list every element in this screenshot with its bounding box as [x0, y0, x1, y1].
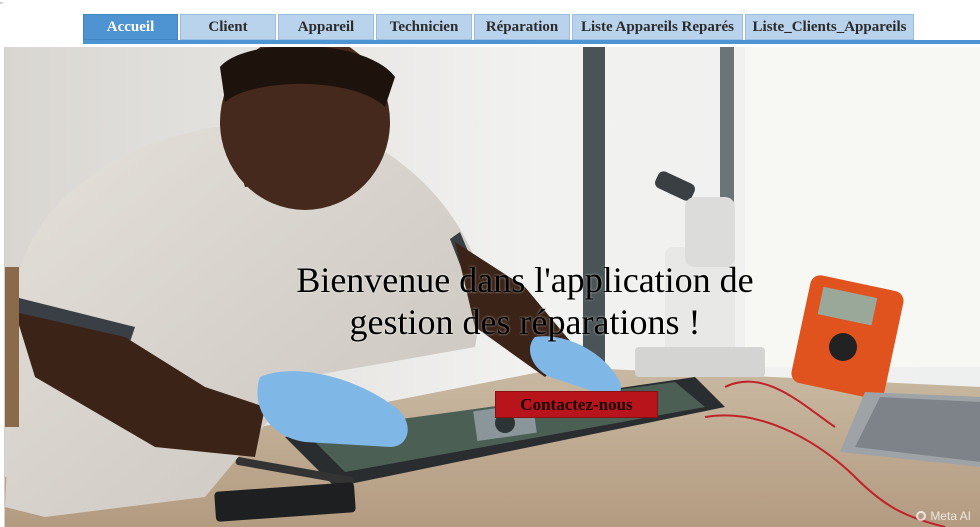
tab-liste-appareils-repares[interactable]: Liste Appareils Reparés: [572, 14, 743, 40]
tab-accueil[interactable]: Accueil: [83, 14, 178, 40]
contact-button[interactable]: Contactez-nous: [495, 391, 658, 418]
tab-appareil[interactable]: Appareil: [278, 14, 374, 40]
hero-banner: Bienvenue dans l'application de gestion …: [4, 47, 980, 527]
tab-technicien[interactable]: Technicien: [376, 14, 472, 40]
welcome-line-1: Bienvenue dans l'application de: [296, 260, 754, 300]
tab-reparation[interactable]: Réparation: [474, 14, 570, 40]
main-nav: Accueil Client Appareil Technicien Répar…: [83, 14, 916, 40]
nav-underline: [83, 40, 980, 44]
watermark-text: Meta AI: [930, 509, 971, 523]
welcome-heading: Bienvenue dans l'application de gestion …: [275, 259, 775, 343]
watermark: Meta AI: [916, 509, 971, 523]
meta-ai-icon: [916, 511, 927, 521]
tab-client[interactable]: Client: [180, 14, 276, 40]
tab-liste-clients-appareils[interactable]: Liste_Clients_Appareils: [745, 14, 914, 40]
broken-image-icon: ▫: [0, 0, 3, 7]
welcome-line-2: gestion des réparations !: [349, 302, 701, 342]
